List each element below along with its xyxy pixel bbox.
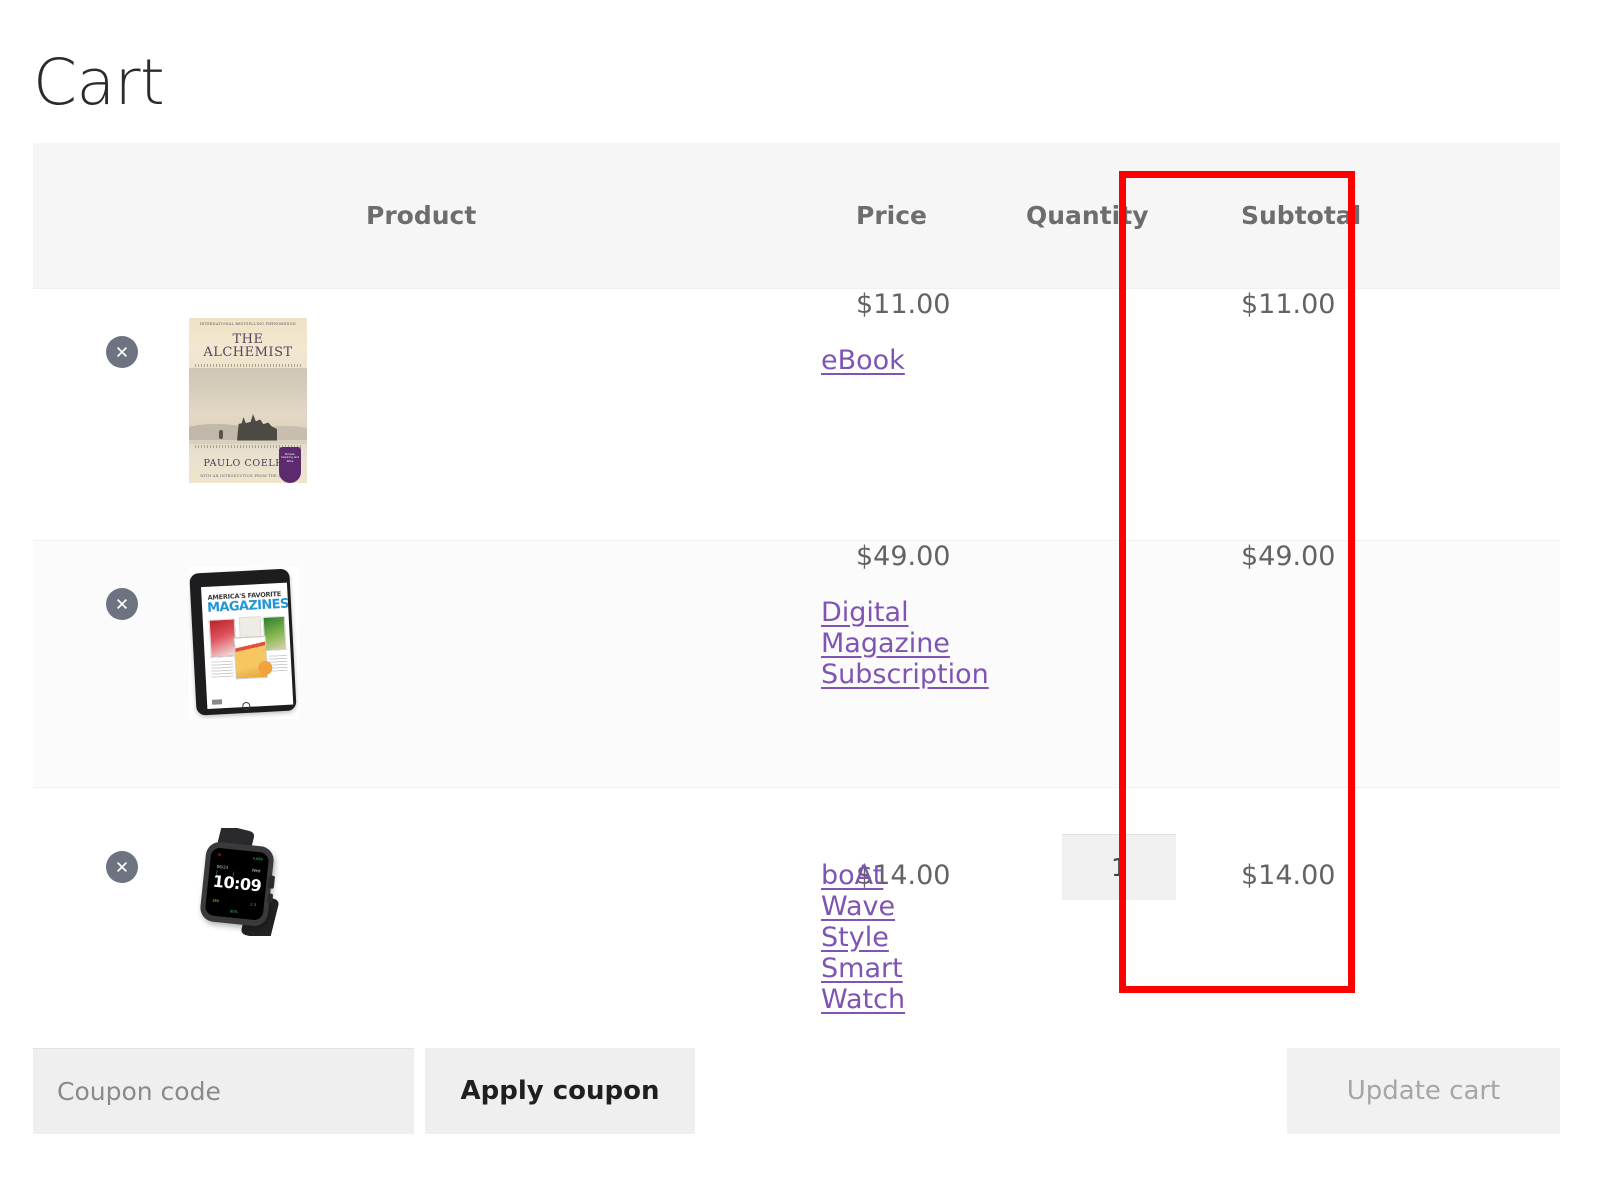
magazine-cover-1 bbox=[208, 617, 237, 658]
cell-thumbnail: INTERNATIONAL BESTSELLING PHENOMENON THE… bbox=[181, 287, 366, 540]
product-link[interactable]: boAt Wave Style Smart Watch bbox=[821, 860, 905, 1015]
page-title: Cart bbox=[33, 46, 165, 120]
cart-table-head: Product Price Quantity Subtotal bbox=[33, 143, 1560, 288]
smart-watch-image: 78 4,688 06/23 Wed 10:09 180 2.3 80% bbox=[189, 827, 301, 936]
magazine-footer-logo bbox=[211, 698, 223, 705]
watch-button-icon bbox=[267, 892, 274, 903]
column-header-price: Price bbox=[856, 143, 1026, 288]
magazine-cover-3 bbox=[262, 615, 287, 651]
cell-thumbnail: 78 4,688 06/23 Wed 10:09 180 2.3 80% bbox=[181, 786, 366, 945]
column-header-quantity: Quantity bbox=[1026, 143, 1241, 288]
cell-price: $11.00 bbox=[856, 287, 1026, 540]
watch-metric-right-top: 4,688 bbox=[252, 856, 263, 862]
cart-table: Product Price Quantity Subtotal INTERNAT… bbox=[33, 143, 1560, 1015]
cell-quantity bbox=[1026, 539, 1241, 787]
watch-battery: 80% bbox=[229, 908, 239, 914]
book-rule-top bbox=[195, 363, 301, 367]
book-badge: Simple, Inspiring and Wise bbox=[279, 446, 301, 483]
watch-metric-left-top: 78 bbox=[216, 852, 222, 857]
tablet-image: AMERICA'S FAVORITE MAGAZINES bbox=[189, 567, 299, 719]
cell-thumbnail: AMERICA'S FAVORITE MAGAZINES bbox=[181, 539, 366, 787]
watch-metric-right-bottom: 2.3 bbox=[250, 902, 257, 907]
book-title-line2: ALCHEMIST bbox=[203, 344, 293, 360]
tablet-home-button-icon bbox=[242, 701, 251, 710]
product-thumbnail-magazine[interactable]: AMERICA'S FAVORITE MAGAZINES bbox=[189, 566, 299, 719]
watch-metric-left-bottom: 180 bbox=[211, 898, 219, 903]
book-top-line: INTERNATIONAL BESTSELLING PHENOMENON bbox=[199, 321, 297, 326]
column-header-product: Product bbox=[366, 143, 856, 288]
update-cart-button: Update cart bbox=[1287, 1048, 1560, 1134]
table-header-row: Product Price Quantity Subtotal bbox=[33, 143, 1560, 288]
magazine-cover-4 bbox=[233, 635, 268, 679]
watch-day: Wed bbox=[251, 866, 261, 873]
remove-circle-x-icon[interactable] bbox=[106, 850, 138, 883]
magazine-text-block-1 bbox=[210, 660, 234, 678]
tablet-screen: AMERICA'S FAVORITE MAGAZINES bbox=[201, 582, 294, 709]
cell-subtotal: $49.00 bbox=[1241, 539, 1560, 787]
cell-subtotal: $14.00 bbox=[1241, 786, 1560, 945]
product-link[interactable]: eBook bbox=[821, 345, 905, 376]
product-thumbnail-watch[interactable]: 78 4,688 06/23 Wed 10:09 180 2.3 80% bbox=[189, 827, 301, 936]
cell-subtotal: $11.00 bbox=[1241, 287, 1560, 540]
cell-product-name: Digital Magazine Subscription bbox=[366, 539, 989, 787]
table-row: 78 4,688 06/23 Wed 10:09 180 2.3 80% boA… bbox=[33, 786, 1560, 1015]
cell-quantity bbox=[1026, 786, 1241, 945]
quantity-input[interactable] bbox=[1062, 833, 1176, 900]
book-cover-image: INTERNATIONAL BESTSELLING PHENOMENON THE… bbox=[189, 317, 307, 483]
watch-crown-icon bbox=[267, 874, 276, 889]
table-row: AMERICA'S FAVORITE MAGAZINES Digital Mag… bbox=[33, 539, 1560, 787]
book-figure bbox=[219, 429, 223, 439]
book-badge-text: Simple, Inspiring and Wise bbox=[280, 451, 300, 463]
cell-remove bbox=[33, 287, 181, 540]
tablet-body: AMERICA'S FAVORITE MAGAZINES bbox=[189, 568, 297, 716]
cell-remove bbox=[33, 539, 181, 787]
column-header-remove bbox=[33, 143, 181, 288]
cart-actions: Apply coupon Update cart bbox=[33, 1048, 1560, 1134]
column-header-thumbnail bbox=[181, 143, 366, 288]
watch-case: 78 4,688 06/23 Wed 10:09 180 2.3 80% bbox=[199, 840, 276, 927]
coupon-code-input[interactable] bbox=[33, 1048, 414, 1134]
cell-quantity bbox=[1026, 287, 1241, 540]
table-row: INTERNATIONAL BESTSELLING PHENOMENON THE… bbox=[33, 287, 1560, 540]
cell-product-name: boAt Wave Style Smart Watch bbox=[366, 786, 905, 1015]
cell-remove bbox=[33, 786, 181, 945]
watch-screen: 78 4,688 06/23 Wed 10:09 180 2.3 80% bbox=[204, 846, 270, 921]
column-header-subtotal: Subtotal bbox=[1241, 143, 1560, 288]
remove-circle-x-icon[interactable] bbox=[106, 335, 138, 368]
product-thumbnail-ebook[interactable]: INTERNATIONAL BESTSELLING PHENOMENON THE… bbox=[189, 317, 307, 483]
cart-table-body: INTERNATIONAL BESTSELLING PHENOMENON THE… bbox=[33, 287, 1560, 1015]
apply-coupon-button[interactable]: Apply coupon bbox=[425, 1048, 695, 1134]
cart-page: Cart Product Price Quantity Subtotal INT… bbox=[0, 0, 1600, 1182]
product-link[interactable]: Digital Magazine Subscription bbox=[821, 597, 989, 690]
cell-product-name: eBook bbox=[366, 287, 905, 540]
remove-circle-x-icon[interactable] bbox=[106, 587, 138, 620]
watch-date: 06/23 bbox=[216, 863, 229, 870]
